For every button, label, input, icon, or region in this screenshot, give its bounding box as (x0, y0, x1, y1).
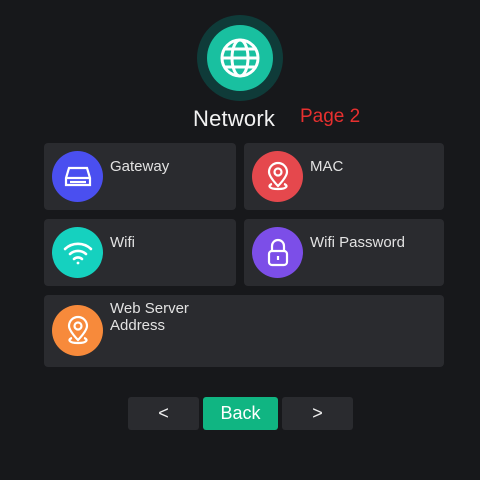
globe-icon (207, 25, 273, 91)
page-title: Network (193, 106, 276, 131)
wifi-icon (52, 227, 103, 278)
router-icon (52, 151, 103, 202)
previous-page-button[interactable]: < (128, 397, 199, 430)
mac-label: MAC (310, 158, 344, 175)
mac-button[interactable]: MAC (244, 143, 444, 210)
web-server-address-label: Web Server Address (110, 300, 189, 334)
wifi-button[interactable]: Wifi (44, 219, 236, 286)
wifi-password-button[interactable]: Wifi Password (244, 219, 444, 286)
header-icon-ring (197, 15, 283, 101)
location-pin-icon (52, 305, 103, 356)
gateway-label: Gateway (110, 158, 170, 175)
wifi-password-label: Wifi Password (310, 234, 406, 251)
page-indicator: Page 2 (300, 106, 361, 127)
location-pin-icon (252, 151, 303, 202)
gateway-button[interactable]: Gateway (44, 143, 236, 210)
next-page-button[interactable]: > (282, 397, 353, 430)
wifi-label: Wifi (110, 234, 135, 251)
network-settings-screen: Network Page 2 Gateway MAC Wifi Wifi Pas… (0, 0, 480, 480)
back-button[interactable]: Back (203, 397, 278, 430)
web-server-address-button[interactable]: Web Server Address (44, 295, 444, 367)
lock-icon (252, 227, 303, 278)
